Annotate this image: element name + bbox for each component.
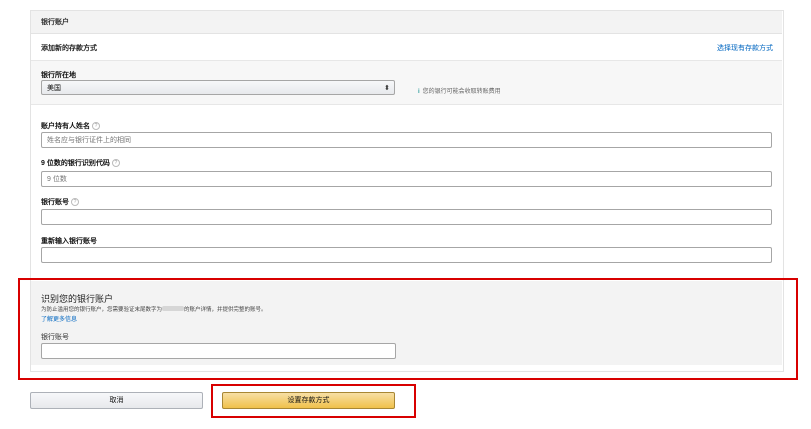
bank-region-select[interactable]: 美国 ⬍	[41, 80, 395, 95]
account-holder-input[interactable]	[41, 132, 772, 148]
transfer-fee-hint-text: 您的银行可能会收取转账费用	[422, 89, 501, 95]
account-number-input[interactable]	[41, 209, 772, 225]
highlight-box-submit	[211, 384, 416, 418]
transfer-fee-hint: i 您的银行可能会收取转账费用	[418, 86, 501, 95]
add-method-title: 添加新的存款方式	[41, 45, 97, 52]
help-circle-icon[interactable]: ?	[71, 198, 79, 206]
help-circle-icon[interactable]: ?	[92, 122, 100, 130]
account-number-label-text: 银行账号	[41, 199, 69, 206]
choose-existing-method-link[interactable]: 选择现有存款方式	[717, 43, 773, 53]
routing-number-label-text: 9 位数的银行识别代码	[41, 160, 110, 167]
reenter-account-label: 重新输入银行账号	[41, 238, 97, 245]
reenter-account-input[interactable]	[41, 247, 772, 263]
help-circle-icon[interactable]: ?	[111, 159, 120, 167]
account-holder-label: 账户持有人姓名?	[41, 121, 100, 131]
account-number-label: 银行账号?	[41, 197, 79, 207]
panel-header	[31, 11, 782, 34]
cancel-button[interactable]: 取消	[30, 392, 203, 409]
routing-number-input[interactable]	[41, 171, 772, 187]
bank-region-selected-value: 美国	[47, 85, 61, 92]
panel-title: 银行账户	[41, 19, 69, 26]
routing-number-label: 9 位数的银行识别代码?	[41, 158, 120, 168]
account-holder-label-text: 账户持有人姓名	[41, 123, 90, 130]
info-icon: i	[418, 89, 420, 95]
bank-region-label: 银行所在地	[41, 72, 76, 79]
up-down-arrow-icon: ⬍	[384, 85, 390, 92]
highlight-box-verify	[18, 278, 798, 380]
